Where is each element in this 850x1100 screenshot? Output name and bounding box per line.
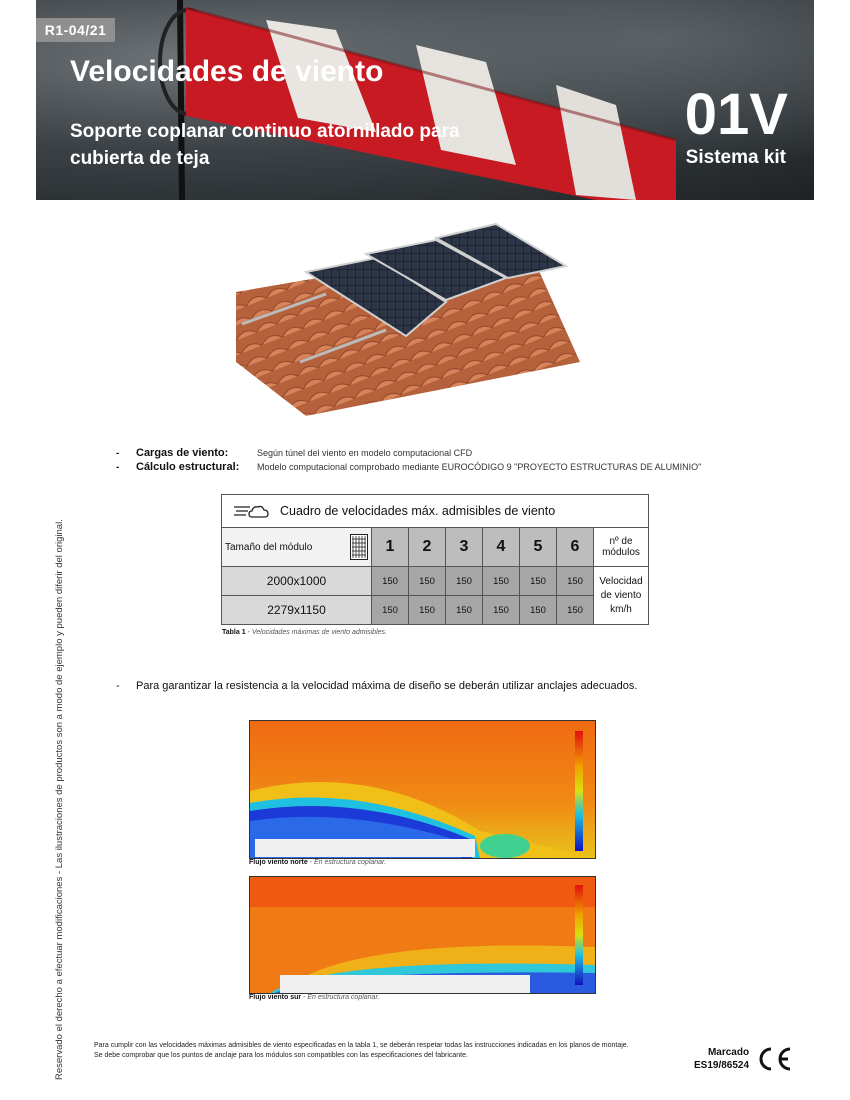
solar-module-icon [350,534,368,560]
row-size: 2000x1000 [221,566,372,596]
bullet-label: Cargas de viento: [136,447,229,459]
module-count-4: 4 [482,527,520,567]
footer-line: Se debe comprobar que los puntos de ancl… [94,1051,468,1059]
bullet-label: Cálculo estructural: [136,461,240,473]
speed-value: 150 [482,566,520,596]
speed-value: 150 [445,566,483,596]
speed-value: 150 [519,595,557,625]
speed-value: 150 [482,595,520,625]
cfd-south-caption: Flujo viento sur - En estructura coplana… [249,994,380,1001]
certification-number: ES19/86524 [694,1060,750,1071]
page-title: Velocidades de viento [70,55,384,88]
speed-value: 150 [371,566,409,596]
certification-label: Marcado [707,1047,750,1058]
bullet-wind-loads: - Cargas de viento: Según túnel del vien… [116,447,473,459]
bullet-structural-calc: - Cálculo estructural: Modelo computacio… [116,461,702,473]
ce-mark-icon [759,1047,791,1071]
bullet-text: Modelo computacional comprobado mediante… [257,462,702,472]
wind-cloud-icon [234,505,269,518]
row-size: 2279x1150 [221,595,372,625]
module-count-2: 2 [408,527,446,567]
module-count-6: 6 [556,527,594,567]
product-code: 01V [684,82,788,147]
unit-label: Velocidad de viento km/h [593,566,649,625]
footer-line: Para cumplir con las velocidades máximas… [94,1042,629,1049]
speed-value: 150 [408,595,446,625]
side-disclaimer: Reservado el derecho a efectuar modifica… [54,519,65,1080]
cfd-north-caption: Flujo viento norte - En estructura copla… [249,859,387,866]
ce-certification: Marcado ES19/86524 [694,1046,793,1072]
size-header-cell: Tamaño del módulo [221,527,372,567]
table-title-cell: Cuadro de velocidades máx. admisibles de… [221,494,649,528]
size-header: Tamaño del módulo [225,541,313,553]
wind-speed-table: Cuadro de velocidades máx. admisibles de… [221,494,649,625]
table-row: 2000x1000 150 150 150 150 150 150 Veloci… [221,566,649,625]
count-header: nº de módulos [593,527,649,567]
cfd-south-image [249,876,596,994]
table-title: Cuadro de velocidades máx. admisibles de… [280,504,556,518]
kit-label: Sistema kit [685,147,786,168]
speed-value: 150 [556,595,594,625]
module-count-3: 3 [445,527,483,567]
speed-value: 150 [408,566,446,596]
page-subtitle: Soporte coplanar continuo atornillado pa… [70,121,460,169]
speed-value: 150 [371,595,409,625]
footer-notes: Para cumplir con las velocidades máximas… [94,1041,664,1060]
table-row: 2279x1150 150 150 150 150 150 150 [221,595,649,625]
table-caption: Tabla 1 - Velocidades máximas de viento … [222,629,387,636]
spec-bullets: - Cargas de viento: Según túnel del vien… [116,446,701,474]
anchoring-note: - Para garantizar la resistencia a la vel… [116,680,638,692]
speed-value: 150 [445,595,483,625]
module-count-5: 5 [519,527,557,567]
module-count-1: 1 [371,527,409,567]
bullet-text: Según túnel del viento en modelo computa… [257,448,473,458]
revision-badge: R1-04/21 [36,18,115,42]
product-image [236,222,580,416]
speed-value: 150 [519,566,557,596]
cfd-north-image [249,720,596,859]
speed-value: 150 [556,566,594,596]
